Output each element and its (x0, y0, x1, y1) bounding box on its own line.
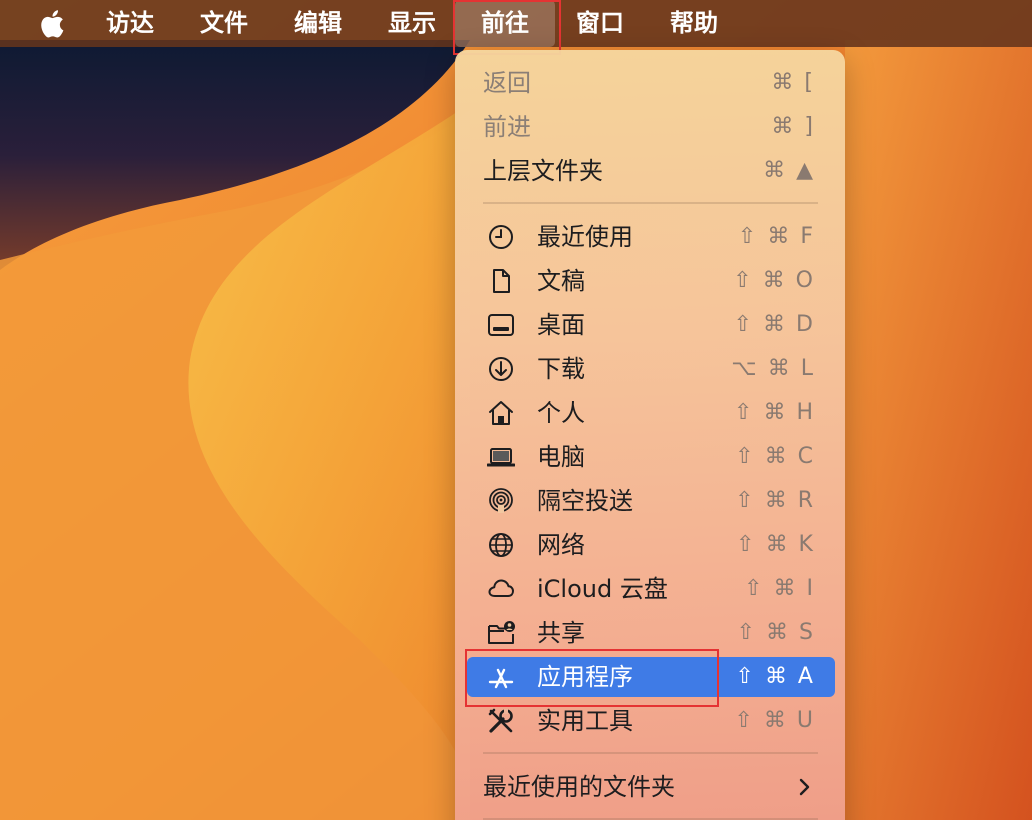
menu-separator (483, 202, 818, 204)
menu-item-label: iCloud 云盘 (537, 575, 668, 603)
menu-item-forward[interactable]: 前进 ⌘ ] (467, 107, 835, 147)
menu-view[interactable]: 显示 (388, 0, 436, 47)
home-icon (489, 401, 513, 425)
laptop-icon (487, 448, 515, 467)
applications-icon (488, 668, 514, 689)
menu-item-label: 隔空投送 (537, 487, 633, 515)
menu-item-computer[interactable]: 电脑 ⇧ ⌘ C (467, 437, 835, 477)
menu-edit[interactable]: 编辑 (294, 0, 342, 47)
shortcut-label: ⇧ ⌘ H (734, 400, 815, 425)
menu-item-downloads[interactable]: 下载 ⌥ ⌘ L (467, 349, 835, 389)
menu-help[interactable]: 帮助 (670, 0, 718, 47)
menu-item-network[interactable]: 网络 ⇧ ⌘ K (467, 525, 835, 565)
menu-item-documents[interactable]: 文稿 ⇧ ⌘ O (467, 261, 835, 301)
shortcut-label: ⇧ ⌘ O (733, 268, 815, 293)
menu-item-label: 网络 (537, 531, 585, 559)
menu-item-back[interactable]: 返回 ⌘ [ (467, 63, 835, 103)
menu-go[interactable]: 前往 (455, 0, 555, 47)
utilities-icon (488, 708, 513, 733)
shortcut-label: ⇧ ⌘ A (735, 664, 815, 689)
shortcut-label: ⇧ ⌘ K (736, 532, 815, 557)
go-dropdown-menu: 返回 ⌘ [ 前进 ⌘ ] 上层文件夹 ⌘ ▲ 最近使用 ⇧ ⌘ F 文稿 ⇧ … (455, 50, 845, 820)
shortcut-label: ⇧ ⌘ C (735, 444, 815, 469)
cloud-icon (488, 579, 514, 597)
menu-item-label: 返回 (483, 69, 531, 97)
menu-item-label: 上层文件夹 (483, 157, 603, 185)
shortcut-label: ⌘ [ (771, 70, 815, 95)
menu-item-label: 电脑 (537, 443, 585, 471)
chevron-right-icon (799, 778, 810, 796)
shortcut-label: ⌘ ▲ (763, 158, 815, 183)
shortcut-label: ⇧ ⌘ R (735, 488, 815, 513)
menu-item-desktop[interactable]: 桌面 ⇧ ⌘ D (467, 305, 835, 345)
menu-item-label: 个人 (537, 399, 585, 427)
menu-window[interactable]: 窗口 (576, 0, 624, 47)
shortcut-label: ⌥ ⌘ L (731, 356, 815, 381)
shortcut-label: ⇧ ⌘ S (736, 620, 815, 645)
menu-item-icloud-drive[interactable]: iCloud 云盘 ⇧ ⌘ I (467, 569, 835, 609)
menu-bar: 访达 文件 编辑 显示 前往 窗口 帮助 (0, 0, 1032, 47)
menu-item-recents[interactable]: 最近使用 ⇧ ⌘ F (467, 217, 835, 257)
menu-separator (483, 752, 818, 754)
desktop-icon (488, 314, 514, 336)
apple-logo-icon[interactable] (38, 8, 70, 40)
menu-item-home[interactable]: 个人 ⇧ ⌘ H (467, 393, 835, 433)
shortcut-label: ⇧ ⌘ U (734, 708, 815, 733)
download-icon (489, 357, 513, 381)
document-icon (493, 269, 510, 293)
shared-folder-icon (488, 621, 515, 644)
menu-item-label: 最近使用的文件夹 (483, 773, 675, 801)
menu-item-airdrop[interactable]: 隔空投送 ⇧ ⌘ R (467, 481, 835, 521)
shortcut-label: ⇧ ⌘ D (733, 312, 815, 337)
menu-item-label: 共享 (537, 619, 585, 647)
menu-item-label: 应用程序 (537, 663, 633, 691)
shortcut-label: ⌘ ] (771, 114, 815, 139)
menu-file[interactable]: 文件 (200, 0, 248, 47)
menu-item-label: 最近使用 (537, 223, 633, 251)
menu-item-label: 前进 (483, 113, 531, 141)
menu-item-recent-folders[interactable]: 最近使用的文件夹 (467, 767, 835, 807)
menu-finder[interactable]: 访达 (106, 0, 154, 47)
menu-item-applications[interactable]: 应用程序 ⇧ ⌘ A (467, 657, 835, 697)
menu-item-label: 下载 (537, 355, 585, 383)
shortcut-label: ⇧ ⌘ F (737, 224, 815, 249)
menu-item-utilities[interactable]: 实用工具 ⇧ ⌘ U (467, 701, 835, 741)
shortcut-label: ⇧ ⌘ I (744, 576, 815, 601)
menu-item-label: 桌面 (537, 311, 585, 339)
menu-item-label: 文稿 (537, 267, 585, 295)
clock-icon (489, 225, 513, 249)
globe-icon (489, 533, 513, 557)
menu-item-enclosing-folder[interactable]: 上层文件夹 ⌘ ▲ (467, 151, 835, 191)
desktop-screen: 访达 文件 编辑 显示 前往 窗口 帮助 返回 ⌘ [ 前进 ⌘ ] 上层文件夹… (0, 0, 1032, 820)
menu-item-shared[interactable]: 共享 ⇧ ⌘ S (467, 613, 835, 653)
menu-item-label: 实用工具 (537, 707, 633, 735)
airdrop-icon (489, 488, 513, 513)
